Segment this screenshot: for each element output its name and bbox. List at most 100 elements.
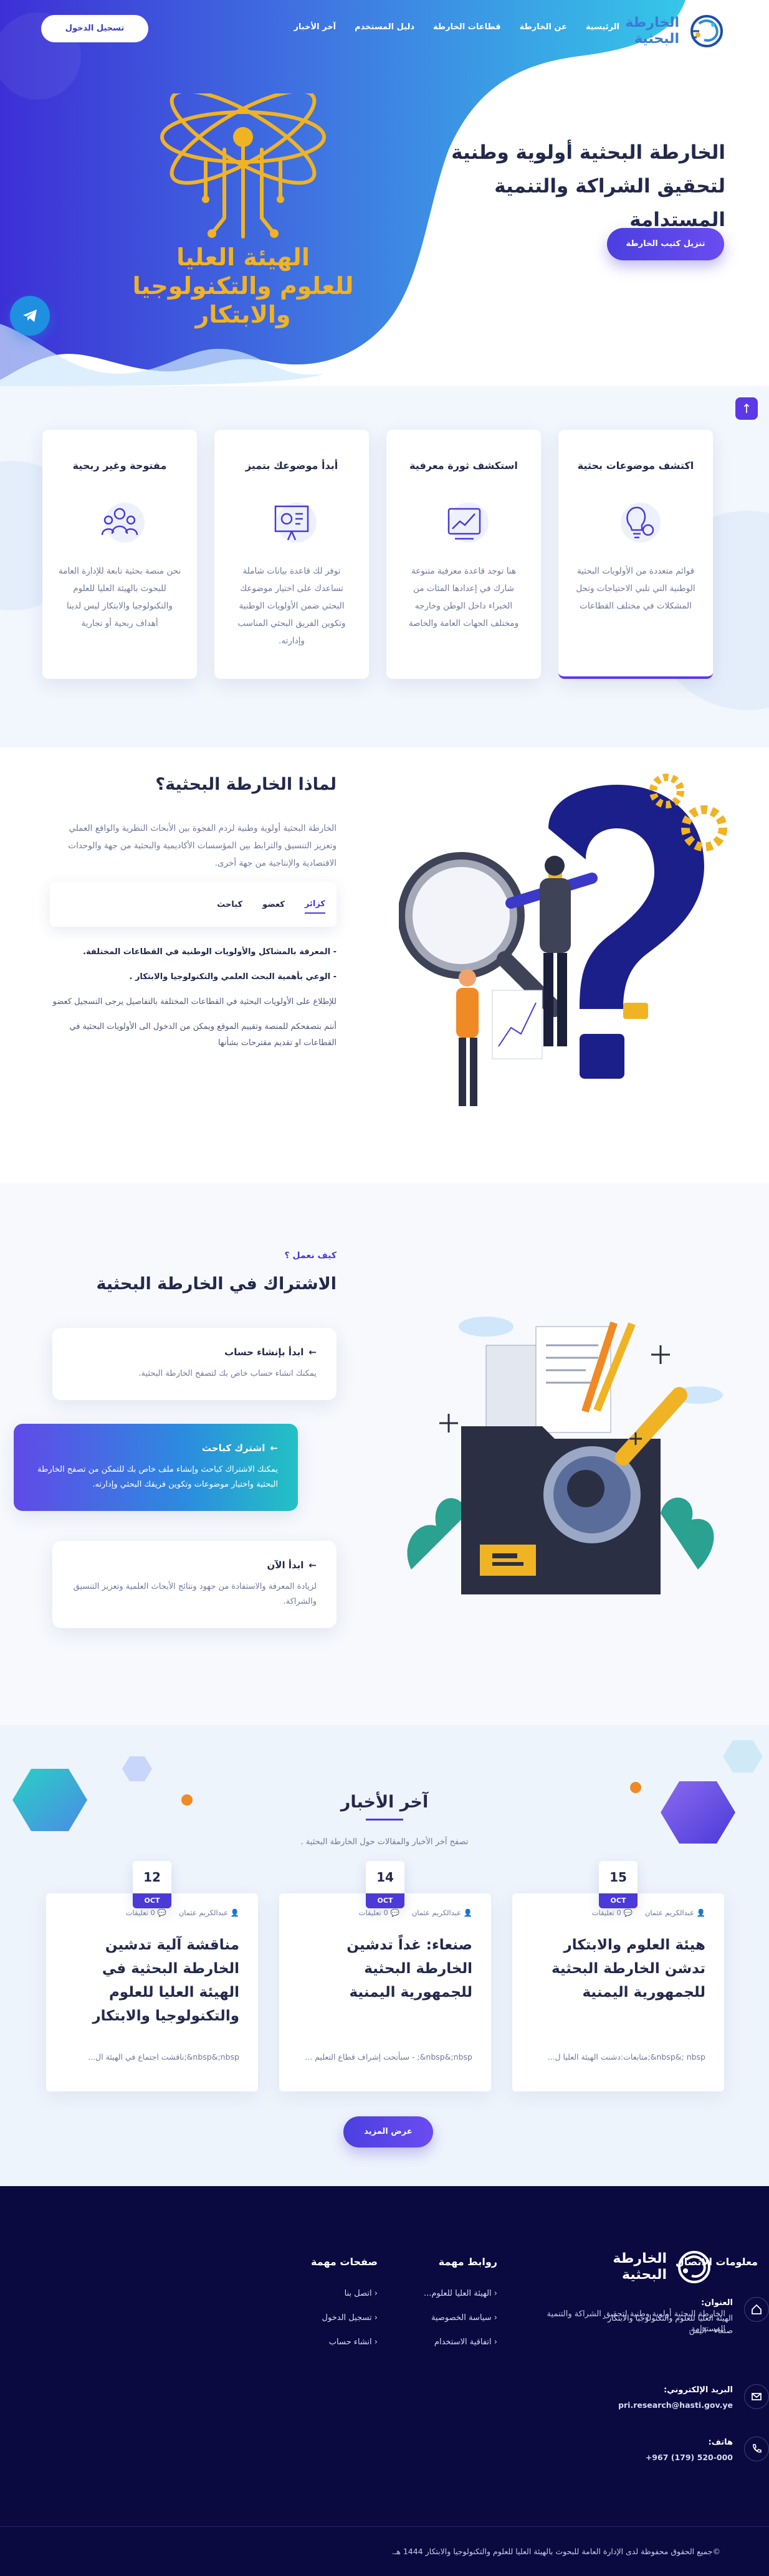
tab-content-list: - المعرفة بالمشاكل والأولويات الوطنية في… <box>50 944 337 1060</box>
org-name-line-3: والابتكار <box>195 301 291 328</box>
scroll-to-top-button[interactable]: ↑ <box>735 397 758 420</box>
footer-links-title: روابط مهمة <box>438 2256 497 2268</box>
show-more-button[interactable]: عرض المزيد <box>343 2116 433 2147</box>
step-text: يمكنك الاشتراك كباحث وإنشاء ملف خاص بك ل… <box>37 1465 278 1489</box>
question-mark-illustration <box>399 774 727 1106</box>
home-icon <box>744 2297 769 2322</box>
news-title-underline <box>366 1819 403 1821</box>
email-label: البريد الإلكتروني: <box>664 2385 733 2395</box>
footer-link-label: تسجيل الدخول <box>322 2313 372 2323</box>
feature-title: مفتوحة وغير ربحية <box>72 460 167 471</box>
role-tabs: كزائر كعضو كباحث <box>50 882 337 927</box>
footer-pages-column: صفحات مهمة ‹ اتصل بنا ‹ تسجيل الدخول ‹ ا… <box>284 2256 378 2362</box>
tab-researcher[interactable]: كباحث <box>217 896 242 913</box>
address-label: العنوان: <box>701 2298 733 2308</box>
site-logo[interactable]: الخارطة البحثية <box>625 12 725 50</box>
footer-link-label: سياسة الخصوصية <box>431 2313 492 2323</box>
email-value[interactable]: pri.research@hasti.gov.ye <box>618 2399 733 2412</box>
feature-title: استكشف ثورة معرفية <box>409 460 518 471</box>
growth-chart-icon <box>437 495 490 547</box>
footer-link[interactable]: ‹ انشاء حساب <box>284 2337 378 2347</box>
footer-link[interactable]: ‹ تسجيل الدخول <box>284 2313 378 2323</box>
step-text: يمكنك انشاء حساب خاص بك لتصفح الخارطة ال… <box>138 1369 317 1378</box>
footer-links-column: روابط مهمة ‹ الهيئة العليا للعلوم... ‹ س… <box>398 2256 497 2362</box>
why-section: لماذا الخارطة البحثية؟ الخارطة البحثية أ… <box>0 747 769 1183</box>
news-comments: 0 تعليقات <box>125 1908 155 1917</box>
date-month: OCT <box>133 1893 171 1908</box>
logo-line-1: الخارطة <box>625 15 679 31</box>
phone-value[interactable]: +967 (179) 520-000 <box>646 2451 733 2464</box>
arrow-left-icon: ← <box>270 1442 278 1454</box>
footer-link-label: اتفاقية الاستخدام <box>434 2337 492 2347</box>
feature-card-start-topic: أبدأ موضوعك بتميز توفر لك قاعدة بيانات ش… <box>214 430 369 679</box>
news-title: آخر الأخبار <box>340 1792 429 1812</box>
presentation-board-icon <box>265 495 318 547</box>
footer-link[interactable]: ‹ اتصل بنا <box>284 2289 378 2298</box>
comment-icon: 💬 <box>621 1908 633 1917</box>
feature-title: اكتشف موضوعات بحثية <box>577 460 694 471</box>
news-comments: 0 تعليقات <box>591 1908 621 1917</box>
hero-section: الخارطة البحثية الرئيسية عن الخارطة قطاع… <box>0 0 769 386</box>
download-booklet-button[interactable]: تنزيل كتيب الخارطة <box>607 228 724 260</box>
news-author: عبدالكريم عثمان <box>644 1908 695 1917</box>
footer-link[interactable]: ‹ الهيئة العليا للعلوم... <box>398 2289 497 2298</box>
phone-label: هاتف: <box>708 2438 733 2447</box>
news-excerpt: nbsp&;nbsp&;ناقشت اجتماع في الهيئة ال... <box>88 2052 239 2062</box>
contact-address: العنوان: الهيئة العليا للعلوم والتكنولوجي… <box>595 2297 769 2337</box>
footer-link-label: اتصل بنا <box>344 2289 372 2298</box>
footer-link-label: الهيئة العليا للعلوم... <box>423 2289 492 2298</box>
nav-home[interactable]: الرئيسية <box>586 22 619 32</box>
logo-line-2: البحثية <box>622 2267 667 2283</box>
login-button[interactable]: تسجيل الدخول <box>41 15 148 42</box>
news-excerpt: nbsp&; nbsp&;متابعات:دشنت الهيئة العليا … <box>547 2052 705 2062</box>
arrow-left-icon: ← <box>308 1347 317 1358</box>
news-card-title[interactable]: مناقشة آلية تدشين الخارطة البحثية في اله… <box>65 1933 239 2028</box>
step-text: لزيادة المعرفة والاستفادة من جهود ونتائج… <box>73 1582 317 1606</box>
feature-text: توفر لك قاعدة بيانات شاملة تساعدك على اخ… <box>237 566 346 646</box>
feature-card-discover: اكتشف موضوعات بحثية قوائم متعددة من الأو… <box>558 430 713 679</box>
news-card[interactable]: 14 OCT 👤 عبدالكريم عثمان 💬 0 تعليقات صنع… <box>279 1861 491 2091</box>
mail-icon <box>744 2384 769 2409</box>
step-subscribe-researcher[interactable]: ← اشترك كباحث يمكنك الاشتراك كباحث وإنشاء… <box>14 1424 298 1511</box>
step-title: ابدأ بإنشاء حساب <box>224 1347 304 1358</box>
how-title: الاشتراك في الخارطة البحثية <box>96 1274 337 1294</box>
news-card[interactable]: 15 OCT 👤 عبدالكريم عثمان 💬 0 تعليقات هيئ… <box>512 1861 724 2091</box>
step-title: ابدأ الآن <box>267 1560 304 1571</box>
news-author: عبدالكريم عثمان <box>178 1908 229 1917</box>
contact-title: معلومات الاتصال <box>675 2256 758 2268</box>
news-card[interactable]: 12 OCT 👤 عبدالكريم عثمان 💬 0 تعليقات منا… <box>46 1861 258 2091</box>
address-value: الهيئة العليا للعلوم والتكنولوجيا والابت… <box>602 2313 733 2335</box>
org-emblem-icon <box>160 93 326 239</box>
date-badge: 12 OCT <box>133 1861 171 1908</box>
list-item: - المعرفة بالمشاكل والأولويات الوطنية في… <box>83 947 337 957</box>
step-start-now[interactable]: ← ابدأ الآن لزيادة المعرفة والاستفادة من … <box>52 1541 337 1628</box>
nav-links: الرئيسية عن الخارطة قطاعات الخارطة دليل … <box>294 22 619 32</box>
nav-sectors[interactable]: قطاعات الخارطة <box>433 22 501 32</box>
news-card-title[interactable]: هيئة العلوم والابتكار تدشن الخارطة البحث… <box>531 1933 705 2004</box>
footer-link[interactable]: ‹ سياسة الخصوصية <box>398 2313 497 2323</box>
how-section: كيف نعمل ؟ الاشتراك في الخارطة البحثية ←… <box>0 1183 769 1725</box>
why-title: لماذا الخارطة البحثية؟ <box>155 775 337 794</box>
news-card-title[interactable]: صنعاء: غداً تدشين الخارطة البحثية للجمهو… <box>298 1933 472 2004</box>
footer-link-label: انشاء حساب <box>328 2337 372 2347</box>
arrow-up-icon: ↑ <box>741 401 752 416</box>
date-badge: 14 OCT <box>366 1861 404 1908</box>
nav-about[interactable]: عن الخارطة <box>520 22 567 32</box>
logo-line-1: الخارطة <box>613 2251 667 2266</box>
list-item: - الوعي بأهمية البحث العلمي والتكنولوجيا… <box>129 972 337 982</box>
telegram-button[interactable] <box>10 296 50 336</box>
step-create-account[interactable]: ← ابدأ بإنشاء حساب يمكنك انشاء حساب خاص ب… <box>52 1328 337 1400</box>
news-comments: 0 تعليقات <box>358 1908 388 1917</box>
list-item: أنتم بتصفحكم للمنصة وتقييم الموقع ويمكن … <box>69 1022 337 1048</box>
tab-visitor[interactable]: كزائر <box>304 896 325 914</box>
nav-latest-news[interactable]: آخر الأخبار <box>294 22 336 32</box>
news-subtitle: تصفح آخر الأخبار والمقالات حول الخارطة ا… <box>300 1837 469 1847</box>
nav-user-guide[interactable]: دليل المستخدم <box>355 22 414 32</box>
lightbulb-gear-icon <box>609 495 662 547</box>
news-excerpt: nbsp&;nbsp&; - سبأتحت إشراف قطاع التعليم… <box>305 2052 472 2062</box>
feature-card-open-nonprofit: مفتوحة وغير ربحية نحن منصة بحثية تابعة ل… <box>42 430 197 679</box>
tab-member[interactable]: كعضو <box>262 896 285 913</box>
feature-text: هنا توجد قاعدة معرفية متنوعة شارك في إعد… <box>408 566 519 628</box>
contact-phone: هاتف: +967 (179) 520-000 <box>595 2436 769 2464</box>
footer-link[interactable]: ‹ اتفاقية الاستخدام <box>398 2337 497 2347</box>
